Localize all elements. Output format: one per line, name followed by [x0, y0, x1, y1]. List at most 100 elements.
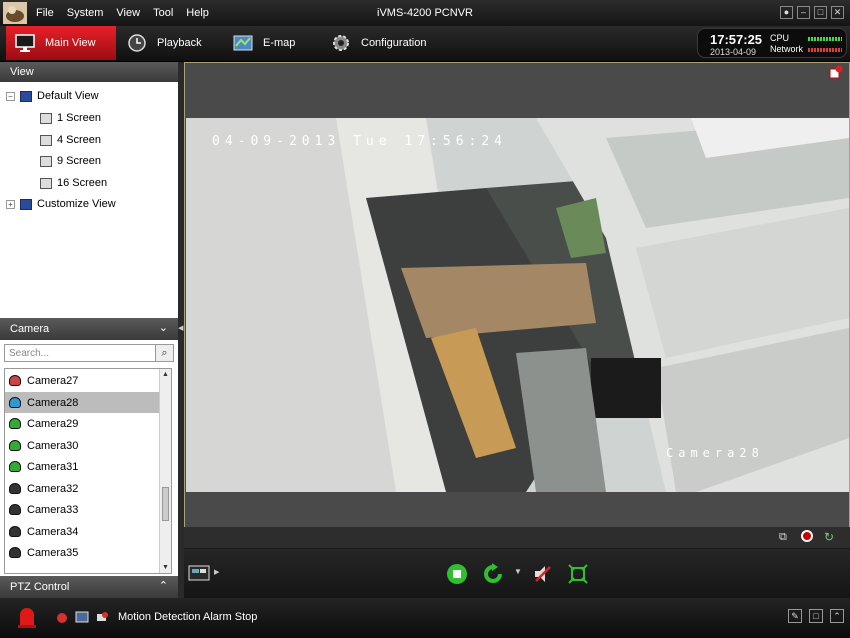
camera-item-34[interactable]: Camera34: [5, 521, 159, 542]
osd-camera-name: Camera28: [666, 446, 764, 460]
screen-layout-icon: [40, 177, 52, 189]
tree-item-label: 4 Screen: [57, 134, 102, 146]
camera-item-29[interactable]: Camera29: [5, 413, 159, 434]
camera-name: Camera30: [27, 439, 79, 452]
collapse-icon[interactable]: −: [6, 91, 15, 101]
tree-default-view-label: Default View: [37, 90, 99, 102]
cpu-label: CPU: [770, 33, 790, 43]
view-panel-header[interactable]: View: [0, 62, 178, 82]
tree-item-label: 1 Screen: [57, 112, 102, 124]
restore-icon[interactable]: □: [814, 6, 827, 19]
chevron-up-icon[interactable]: ⌃: [159, 579, 168, 592]
record-icon[interactable]: [801, 530, 813, 542]
alarm-camera-icon[interactable]: [96, 610, 110, 624]
auto-switch-icon[interactable]: [482, 563, 504, 585]
tab-main-view[interactable]: Main View: [6, 26, 116, 60]
camera-list-scrollbar[interactable]: ▲ ▼: [159, 369, 171, 573]
tree-item-4-screen[interactable]: 4 Screen: [40, 134, 101, 146]
expand-icon[interactable]: +: [6, 199, 15, 209]
cpu-meter: [808, 37, 842, 41]
control-bar: ▶ ▼: [184, 549, 850, 598]
camera-name: Camera34: [27, 525, 79, 538]
playback-icon: [128, 34, 146, 52]
instant-playback-icon[interactable]: ↻: [824, 530, 834, 544]
camera-item-31[interactable]: Camera31: [5, 456, 159, 477]
camera-icon: [9, 375, 21, 386]
tree-item-1-screen[interactable]: 1 Screen: [40, 112, 101, 124]
camera-item-27[interactable]: Camera27: [5, 370, 159, 391]
status-clock-panel: 17:57:25 2013-04-09 CPU Network: [697, 28, 847, 58]
camera-item-33[interactable]: Camera33: [5, 499, 159, 520]
expand-up-icon[interactable]: ⌃: [830, 609, 844, 623]
camera-icon: [9, 526, 21, 537]
tree-default-view[interactable]: − Default View: [6, 90, 99, 102]
customize-view-icon: [20, 198, 32, 210]
camera-icon: [9, 418, 21, 429]
camera-icon: [9, 440, 21, 451]
status-bar: Motion Detection Alarm Stop ✎ □ ⌃: [0, 598, 850, 638]
stop-all-icon[interactable]: [446, 563, 468, 585]
tab-e-map[interactable]: E-map: [224, 26, 322, 60]
title-bar: File System View Tool Help iVMS-4200 PCN…: [0, 0, 850, 26]
camera-icon: [9, 547, 21, 558]
close-icon[interactable]: ✕: [831, 6, 844, 19]
chevron-down-icon[interactable]: ⌄: [159, 321, 168, 334]
alarm-bell-icon[interactable]: [55, 610, 69, 624]
clock-date: 2013-04-09: [710, 47, 757, 57]
tree-item-9-screen[interactable]: 9 Screen: [40, 155, 101, 167]
ptz-panel-title: PTZ Control: [10, 581, 70, 593]
clock-time: 17:57:25: [710, 32, 763, 47]
mute-icon[interactable]: [532, 563, 554, 585]
tree-item-16-screen[interactable]: 16 Screen: [40, 177, 107, 189]
camera-item-28[interactable]: Camera28: [5, 392, 159, 413]
window-controls: ● – □ ✕: [780, 6, 844, 19]
monitor-icon: [15, 34, 35, 52]
layout-menu-arrow-icon[interactable]: ▶: [214, 568, 219, 576]
camera-panel-header[interactable]: Camera ⌄: [0, 318, 178, 340]
auto-switch-menu-icon[interactable]: ▼: [514, 567, 522, 576]
tab-playback-label: Playback: [157, 37, 202, 49]
camera-item-32[interactable]: Camera32: [5, 478, 159, 499]
camera-item-30[interactable]: Camera30: [5, 435, 159, 456]
video-window-bar: ⧉ ↻: [184, 527, 850, 548]
scroll-up-icon[interactable]: ▲: [162, 371, 169, 378]
close-window-icon[interactable]: [829, 65, 843, 79]
search-placeholder: Search...: [9, 348, 50, 359]
scroll-down-icon[interactable]: ▼: [162, 564, 169, 571]
camera-name: Camera28: [27, 396, 79, 409]
left-panel: View − Default View 1 Screen 4 Screen 9 …: [0, 62, 178, 598]
fullscreen-icon[interactable]: [568, 564, 588, 584]
camera-name: Camera29: [27, 417, 79, 430]
camera-icon: [9, 483, 21, 494]
camera-panel-title: Camera: [10, 323, 50, 335]
alarm-light-icon[interactable]: [16, 605, 38, 629]
layout-select-icon[interactable]: [188, 565, 210, 581]
tree-item-label: 9 Screen: [57, 155, 102, 167]
collapse-panel-icon[interactable]: ◀: [178, 324, 183, 332]
camera-icon: [9, 397, 21, 408]
pin-icon[interactable]: ✎: [788, 609, 802, 623]
ptz-panel-header[interactable]: PTZ Control ⌃: [0, 576, 178, 598]
gear-icon: [333, 35, 349, 51]
window-icon[interactable]: □: [809, 609, 823, 623]
tab-configuration[interactable]: Configuration: [322, 26, 452, 60]
camera-name: Camera35: [27, 546, 79, 559]
camera-item-35[interactable]: Camera35: [5, 542, 159, 563]
scrollbar-thumb[interactable]: [162, 487, 169, 521]
camera-search-input[interactable]: Search... ⌕: [4, 344, 174, 362]
lock-icon[interactable]: ●: [780, 6, 793, 19]
tab-main-view-label: Main View: [45, 37, 96, 49]
tab-playback[interactable]: Playback: [118, 26, 223, 60]
view-group-icon: [20, 90, 32, 102]
alarm-video-icon[interactable]: [75, 610, 89, 624]
tab-e-map-label: E-map: [263, 37, 296, 49]
tree-item-label: 16 Screen: [57, 177, 108, 189]
camera-name: Camera32: [27, 482, 79, 495]
tree-customize-view[interactable]: + Customize View: [6, 198, 116, 210]
osd-datetime: 04-09-2013 Tue 17:56:24: [212, 134, 508, 149]
camera-video-feed[interactable]: 04-09-2013 Tue 17:56:24 Camera28: [186, 118, 849, 492]
search-icon[interactable]: ⌕: [155, 345, 173, 361]
capture-icon[interactable]: ⧉: [779, 531, 787, 544]
minimize-icon[interactable]: –: [797, 6, 810, 19]
screen-layout-icon: [40, 134, 52, 146]
